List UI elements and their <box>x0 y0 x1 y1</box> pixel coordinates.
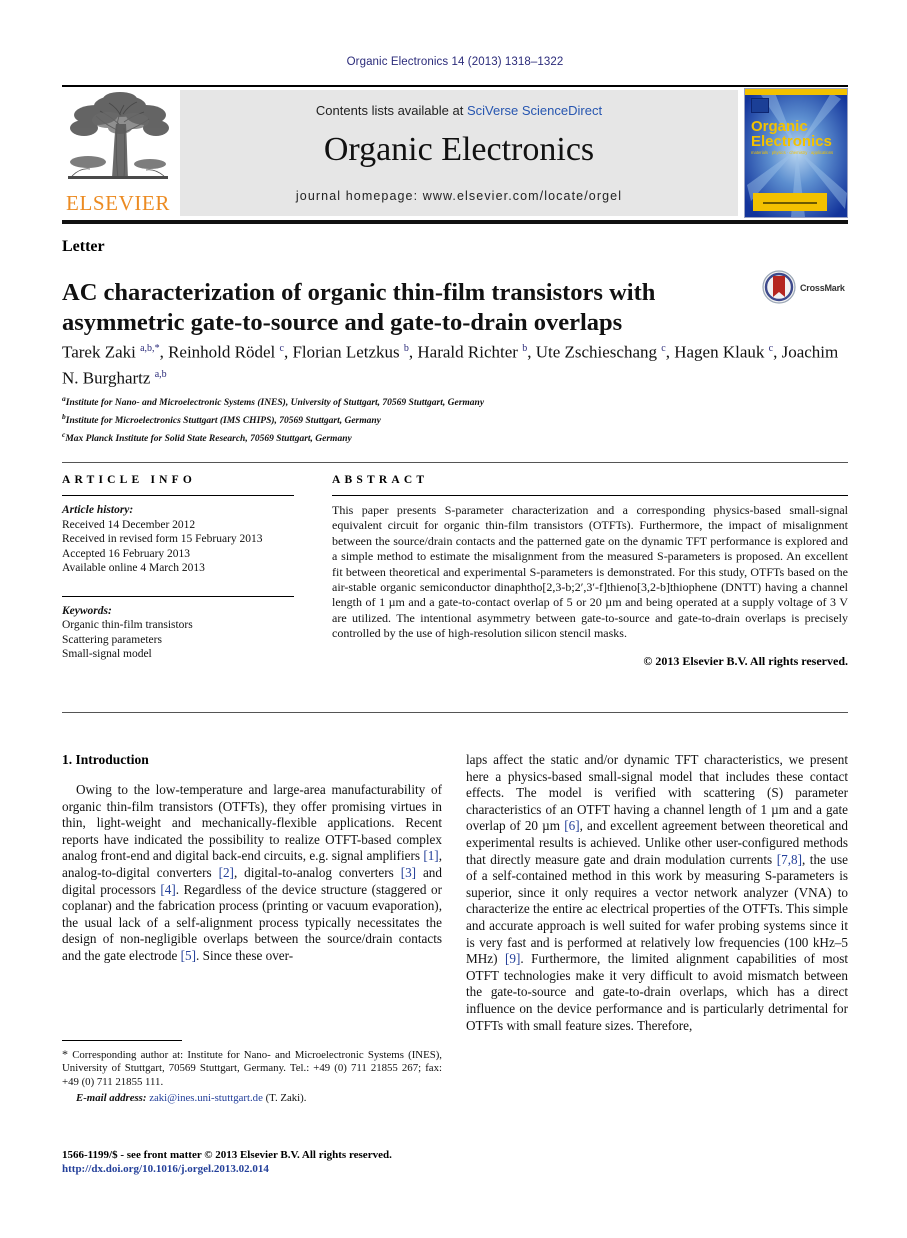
email-note: E-mail address: zaki@ines.uni-stuttgart.… <box>62 1092 442 1105</box>
keyword-item: Organic thin-film transistors <box>62 619 193 631</box>
corresponding-author-note: * Corresponding author at: Institute for… <box>62 1047 442 1088</box>
doi-link[interactable]: http://dx.doi.org/10.1016/j.orgel.2013.0… <box>62 1162 462 1176</box>
keywords-label: Keywords: <box>62 604 112 617</box>
issn-line: 1566-1199/$ - see front matter © 2013 El… <box>62 1149 392 1161</box>
journal-homepage-link[interactable]: journal homepage: www.elsevier.com/locat… <box>180 189 738 203</box>
page-title: AC characterization of organic thin-film… <box>62 279 656 337</box>
affiliation-item: aInstitute for Nano- and Microelectronic… <box>62 392 852 410</box>
keyword-item: Small-signal model <box>62 648 152 660</box>
journal-masthead: ELSEVIER Contents lists available at Sci… <box>62 85 848 224</box>
history-item: Available online 4 March 2013 <box>62 562 205 574</box>
affiliation-text: Institute for Nano- and Microelectronic … <box>65 398 485 409</box>
body-column-right: laps affect the static and/or dynamic TF… <box>466 752 848 1034</box>
intro-paragraph-right: laps affect the static and/or dynamic TF… <box>466 752 849 1033</box>
abstract-heading: ABSTRACT <box>332 474 429 486</box>
history-item: Received 14 December 2012 <box>62 518 196 531</box>
elsevier-tree-icon <box>68 92 169 179</box>
email-label: E-mail address: <box>76 1092 147 1105</box>
section-heading-introduction: 1. Introduction <box>62 752 149 767</box>
crossmark-label: CrossMark <box>800 283 845 293</box>
info-block-top-rule <box>62 462 848 463</box>
author-list: Tarek Zaki a,b,*, Reinhold Rödel c, Flor… <box>62 342 839 388</box>
intro-paragraph-left: Owing to the low-temperature and large-a… <box>62 782 442 963</box>
body-column-left: 1. Introduction Owing to the low-tempera… <box>62 752 442 965</box>
affiliation-text: Institute for Microelectronics Stuttgart… <box>65 416 381 427</box>
email-link[interactable]: zaki@ines.uni-stuttgart.de <box>149 1092 263 1104</box>
contents-list-line: Contents lists available at SciVerse Sci… <box>180 103 738 118</box>
keywords-block: Keywords: Organic thin-film transistors … <box>62 595 294 662</box>
paper-page: Organic Electronics 14 (2013) 1318–1322 <box>0 0 907 1238</box>
contents-prefix-text: Contents lists available at <box>315 103 467 118</box>
article-history: Article history: Received 14 December 20… <box>62 503 294 576</box>
masthead-bottom-rule <box>62 220 848 224</box>
abstract-text: This paper presents S-parameter characte… <box>332 503 848 641</box>
crossmark-icon <box>762 270 796 304</box>
article-info-rule <box>62 495 294 496</box>
elsevier-logo: ELSEVIER <box>64 90 172 216</box>
svg-text:Electronics: Electronics <box>751 133 832 150</box>
journal-cover-art: Organic Electronics materials · physics … <box>745 89 847 217</box>
affiliation-text: Max Planck Institute for Solid State Res… <box>65 434 352 445</box>
history-item: Received in revised form 15 February 201… <box>62 533 263 545</box>
journal-cover-thumbnail: Organic Electronics materials · physics … <box>744 88 848 218</box>
abstract-rule <box>332 495 848 496</box>
affiliation-list: aInstitute for Nano- and Microelectronic… <box>62 392 852 446</box>
masthead-center-band: Contents lists available at SciVerse Sci… <box>180 90 738 216</box>
sciencedirect-link[interactable]: SciVerse ScienceDirect <box>467 103 602 118</box>
footnote-rule <box>62 1040 182 1041</box>
issn-block: 1566-1199/$ - see front matter © 2013 El… <box>62 1148 462 1176</box>
affiliation-item: cMax Planck Institute for Solid State Re… <box>62 428 852 446</box>
email-suffix: (T. Zaki). <box>265 1092 307 1105</box>
svg-text:materials · physics · chemistr: materials · physics · chemistry · applic… <box>751 150 833 155</box>
article-history-label: Article history: <box>62 504 134 516</box>
footnote-block: * Corresponding author at: Institute for… <box>62 1047 442 1106</box>
article-info-column: ARTICLE INFO Article history: Received 1… <box>62 474 294 662</box>
abstract-copyright: © 2013 Elsevier B.V. All rights reserved… <box>643 653 848 668</box>
article-info-heading: ARTICLE INFO <box>62 474 197 486</box>
keyword-item: Scattering parameters <box>62 633 162 646</box>
keywords-rule <box>62 595 294 597</box>
journal-title: Organic Electronics <box>323 131 595 168</box>
article-type-label: Letter <box>62 238 105 255</box>
info-block-bottom-rule <box>62 712 848 713</box>
affiliation-item: bInstitute for Microelectronics Stuttgar… <box>62 410 852 428</box>
masthead-top-rule <box>62 85 848 87</box>
running-head: Organic Electronics 14 (2013) 1318–1322 <box>346 56 564 68</box>
elsevier-wordmark: ELSEVIER <box>66 191 170 215</box>
abstract-column: ABSTRACT This paper presents S-parameter… <box>332 474 848 669</box>
history-item: Accepted 16 February 2013 <box>62 547 191 560</box>
crossmark-badge[interactable]: CrossMark <box>762 270 848 310</box>
